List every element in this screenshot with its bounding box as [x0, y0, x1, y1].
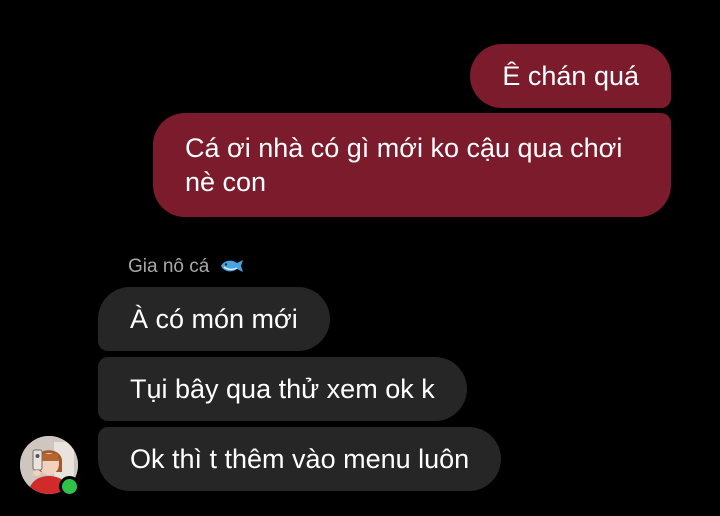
- sender-name-row: Gia nô cá: [128, 256, 245, 280]
- fish-icon: [219, 258, 245, 280]
- outgoing-message-bubble[interactable]: Cá ơi nhà có gì mới ko cậu qua chơi nè c…: [153, 113, 671, 217]
- online-dot-icon: [59, 476, 80, 497]
- incoming-message-bubble[interactable]: Tụi bây qua thử xem ok k: [98, 357, 467, 421]
- incoming-message-bubble[interactable]: Ok thì t thêm vào menu luôn: [98, 427, 502, 491]
- sender-name: Gia nô cá: [128, 256, 210, 277]
- incoming-message-bubble[interactable]: À có món mới: [98, 287, 330, 351]
- outgoing-message-bubble[interactable]: Ê chán quá: [470, 44, 671, 108]
